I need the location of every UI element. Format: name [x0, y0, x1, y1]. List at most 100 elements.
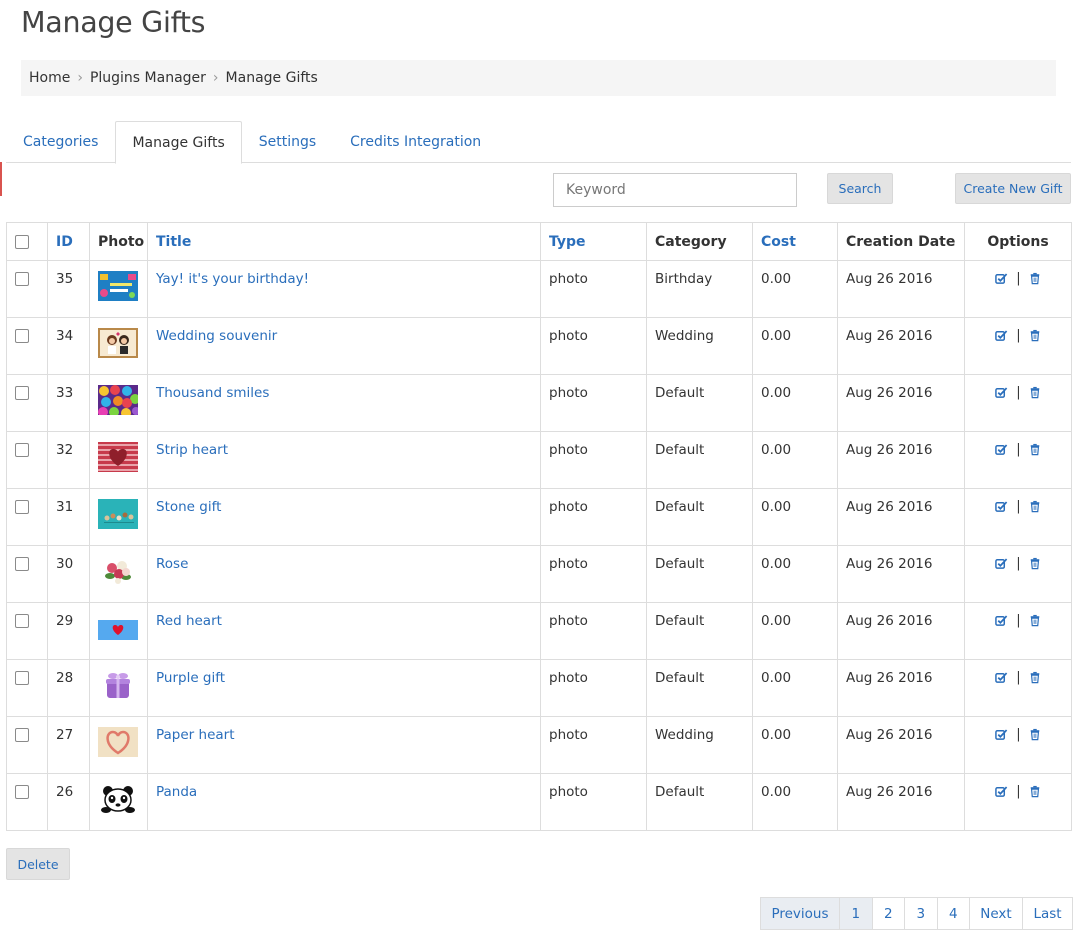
edit-icon[interactable] — [995, 728, 1008, 741]
row-checkbox[interactable] — [15, 728, 29, 742]
row-checkbox[interactable] — [15, 785, 29, 799]
delete-button[interactable]: Delete — [6, 848, 70, 880]
trash-icon[interactable] — [1029, 500, 1041, 513]
trash-icon[interactable] — [1029, 671, 1041, 684]
column-header-cost[interactable]: Cost — [752, 222, 838, 261]
pagination-page-4[interactable]: 4 — [936, 898, 969, 929]
row-checkbox[interactable] — [15, 443, 29, 457]
keyword-search-input[interactable] — [553, 173, 797, 207]
gift-title-cell: Rose — [147, 545, 541, 603]
colorful-smiles-thumbnail[interactable] — [98, 385, 138, 415]
trash-icon[interactable] — [1029, 329, 1041, 342]
gift-creation-date: Aug 26 2016 — [837, 374, 965, 432]
edit-icon[interactable] — [995, 443, 1008, 456]
options-separator: | — [1016, 727, 1021, 742]
gift-photo-cell — [89, 317, 148, 375]
gift-category: Default — [646, 488, 753, 546]
create-new-gift-button[interactable]: Create New Gift — [955, 173, 1071, 204]
red-heart-thumbnail[interactable] — [98, 613, 138, 643]
options-separator: | — [1016, 670, 1021, 685]
striped-heart-thumbnail[interactable] — [98, 442, 138, 472]
row-select-cell — [6, 374, 48, 432]
birthday-card-thumbnail[interactable] — [98, 271, 138, 301]
row-checkbox[interactable] — [15, 329, 29, 343]
gift-category: Default — [646, 374, 753, 432]
gift-title-cell: Yay! it's your birthday! — [147, 260, 541, 318]
pagination-previous[interactable]: Previous — [761, 898, 839, 929]
search-button[interactable]: Search — [827, 173, 893, 204]
gift-id: 30 — [47, 545, 90, 603]
row-select-cell — [6, 659, 48, 717]
edit-icon[interactable] — [995, 785, 1008, 798]
table-row: 34 Wedding souvenir photo Wedding 0.00 Aug 26… — [6, 317, 1072, 375]
row-checkbox[interactable] — [15, 671, 29, 685]
stone-gift-thumbnail[interactable] — [98, 499, 138, 529]
gift-id: 35 — [47, 260, 90, 318]
pagination-page-2[interactable]: 2 — [871, 898, 904, 929]
gift-title-link[interactable]: Thousand smiles — [156, 385, 269, 401]
gift-type: photo — [540, 602, 647, 660]
edit-icon[interactable] — [995, 386, 1008, 399]
gift-title-link[interactable]: Red heart — [156, 613, 222, 629]
trash-icon[interactable] — [1029, 272, 1041, 285]
gift-title-link[interactable]: Wedding souvenir — [156, 328, 277, 344]
purple-gift-box-thumbnail[interactable] — [98, 670, 138, 700]
gift-options-cell: | — [964, 260, 1072, 318]
tab-settings[interactable]: Settings — [242, 121, 333, 163]
trash-icon[interactable] — [1029, 614, 1041, 627]
column-header-type[interactable]: Type — [540, 222, 647, 261]
trash-icon[interactable] — [1029, 785, 1041, 798]
gift-title-link[interactable]: Stone gift — [156, 499, 221, 515]
pagination-next[interactable]: Next — [969, 898, 1022, 929]
gift-title-link[interactable]: Yay! it's your birthday! — [156, 271, 309, 287]
trash-icon[interactable] — [1029, 557, 1041, 570]
column-header-category: Category — [646, 222, 753, 261]
gift-title-link[interactable]: Panda — [156, 784, 197, 800]
rose-bouquet-thumbnail[interactable] — [98, 556, 138, 586]
table-row: 32 Strip heart photo Default 0.00 Aug 26 2016… — [6, 431, 1072, 489]
paper-heart-thumbnail[interactable] — [98, 727, 138, 757]
row-checkbox[interactable] — [15, 614, 29, 628]
tab-credits-integration[interactable]: Credits Integration — [333, 121, 498, 163]
column-header-title[interactable]: Title — [147, 222, 541, 261]
edit-icon[interactable] — [995, 329, 1008, 342]
gift-cost: 0.00 — [752, 773, 838, 831]
edit-icon[interactable] — [995, 671, 1008, 684]
gift-title-link[interactable]: Rose — [156, 556, 188, 572]
left-edge-accent — [0, 162, 2, 196]
gift-type: photo — [540, 545, 647, 603]
trash-icon[interactable] — [1029, 728, 1041, 741]
table-row: 31 Stone gift photo Default 0.00 Aug 26 2016 | — [6, 488, 1072, 546]
trash-icon[interactable] — [1029, 386, 1041, 399]
gift-category: Default — [646, 659, 753, 717]
select-all-checkbox[interactable] — [15, 234, 29, 249]
breadcrumb-plugins-manager[interactable]: Plugins Manager — [90, 70, 206, 86]
trash-icon[interactable] — [1029, 443, 1041, 456]
tab-manage-gifts[interactable]: Manage Gifts — [115, 121, 242, 164]
gift-title-cell: Thousand smiles — [147, 374, 541, 432]
edit-icon[interactable] — [995, 500, 1008, 513]
column-header-id[interactable]: ID — [47, 222, 90, 261]
gift-category: Default — [646, 602, 753, 660]
gift-title-link[interactable]: Paper heart — [156, 727, 235, 743]
edit-icon[interactable] — [995, 614, 1008, 627]
breadcrumb-home[interactable]: Home — [29, 70, 70, 86]
panda-thumbnail[interactable] — [98, 784, 138, 814]
pagination-page-1[interactable]: 1 — [839, 898, 872, 929]
pagination-page-3[interactable]: 3 — [904, 898, 937, 929]
row-checkbox[interactable] — [15, 386, 29, 400]
gift-title-cell: Stone gift — [147, 488, 541, 546]
edit-icon[interactable] — [995, 272, 1008, 285]
breadcrumb-chevron-icon: › — [212, 70, 219, 86]
row-checkbox[interactable] — [15, 500, 29, 514]
gift-id: 27 — [47, 716, 90, 774]
pagination-last[interactable]: Last — [1022, 898, 1072, 929]
tab-categories[interactable]: Categories — [6, 121, 115, 163]
row-checkbox[interactable] — [15, 557, 29, 571]
edit-icon[interactable] — [995, 557, 1008, 570]
gift-title-link[interactable]: Strip heart — [156, 442, 228, 458]
tab-bar: Categories Manage Gifts Settings Credits… — [6, 121, 1071, 164]
wedding-couple-thumbnail[interactable] — [98, 328, 138, 358]
gift-title-link[interactable]: Purple gift — [156, 670, 225, 686]
row-checkbox[interactable] — [15, 272, 29, 286]
